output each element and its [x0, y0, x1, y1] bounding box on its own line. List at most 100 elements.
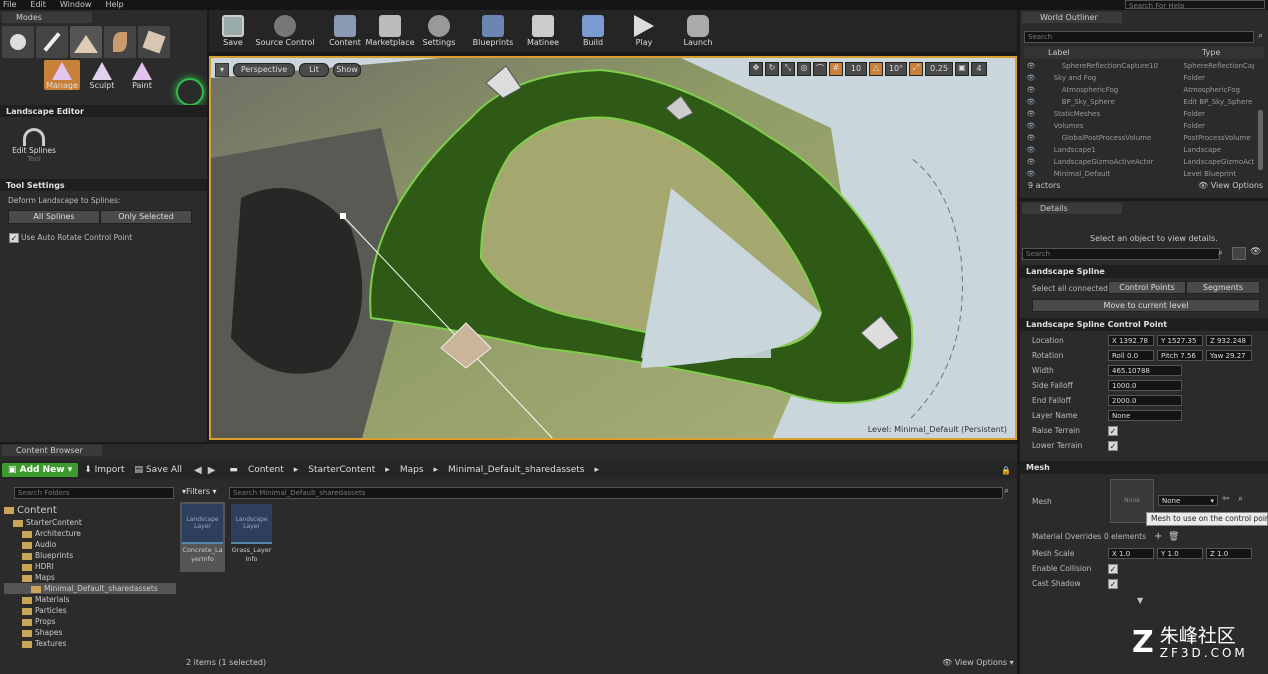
auto-rotate-checkbox[interactable]: ✓ [9, 233, 19, 243]
search-icon[interactable]: ⌕ [1258, 31, 1263, 41]
visibility-eye-icon[interactable]: 👁 [1024, 132, 1038, 144]
folder-tree-item[interactable]: Textures [4, 638, 176, 649]
roll-field[interactable]: Roll 0.0 [1108, 350, 1154, 361]
geometry-mode-icon[interactable] [138, 26, 170, 58]
folder-tree-item[interactable]: HDRI [4, 561, 176, 572]
search-folders-input[interactable]: Search Folders [14, 487, 174, 499]
paint-button[interactable]: Paint [124, 60, 160, 90]
matinee-button[interactable]: Matinee [519, 15, 567, 47]
manage-button[interactable]: Manage [44, 60, 80, 90]
cast-shadow-checkbox[interactable]: ✓ [1108, 578, 1118, 589]
browse-icon[interactable]: ⌕ [1238, 494, 1243, 504]
visibility-eye-icon[interactable]: 👁 [1024, 60, 1038, 72]
breadcrumb-startercontent[interactable]: StarterContent [308, 465, 375, 475]
search-assets-input[interactable]: Search Minimal_Default_sharedassets [229, 487, 1003, 499]
width-field[interactable]: 465.10788 [1108, 365, 1182, 376]
scale-snap-icon[interactable]: ⤢ [909, 62, 923, 76]
side-falloff-field[interactable]: 1000.0 [1108, 380, 1182, 391]
breadcrumb-maps[interactable]: Maps [400, 465, 424, 475]
settings-button[interactable]: Settings [419, 15, 459, 47]
menu-window[interactable]: Window [60, 0, 92, 10]
col-label[interactable]: Label [1024, 47, 1174, 59]
folder-tree-item[interactable]: Audio [4, 539, 176, 550]
rotation-snap-value[interactable]: 10° [885, 62, 907, 76]
visibility-eye-icon[interactable]: 👁 [1024, 144, 1038, 156]
outliner-row[interactable]: 👁 Sky and Fog Folder [1024, 72, 1254, 84]
camera-speed-icon[interactable]: ▣ [955, 62, 969, 76]
landscape-spline-section[interactable]: Landscape Spline [1020, 265, 1268, 278]
surface-snap-icon[interactable]: ⌒ [813, 62, 827, 76]
import-button[interactable]: ⬇ Import [84, 465, 124, 475]
viewport[interactable]: ▾ Perspective Lit Show ✥ ↻ ⤡ ◎ ⌒ # 10 △ … [209, 56, 1017, 440]
breadcrumb-sharedassets[interactable]: Minimal_Default_sharedassets [448, 465, 584, 475]
visibility-eye-icon[interactable]: 👁 [1024, 72, 1038, 84]
help-search-input[interactable]: Search For Help [1125, 0, 1265, 9]
add-new-button[interactable]: ▣ Add New ▾ [2, 463, 79, 477]
paint-mode-icon[interactable] [36, 26, 68, 58]
layer-name-field[interactable]: None [1108, 410, 1182, 421]
tab-modes[interactable]: Modes [2, 12, 92, 23]
lower-terrain-checkbox[interactable]: ✓ [1108, 440, 1118, 451]
place-mode-icon[interactable] [2, 26, 34, 58]
eye-icon[interactable]: 👁 [1250, 247, 1261, 257]
menu-file[interactable]: File [3, 0, 16, 10]
visibility-eye-icon[interactable]: 👁 [1024, 120, 1038, 132]
outliner-view-options[interactable]: 👁 View Options [1198, 181, 1263, 190]
folder-tree-item[interactable]: Maps [4, 572, 176, 583]
foliage-mode-icon[interactable] [104, 26, 136, 58]
folder-tree-item[interactable]: Particles [4, 605, 176, 616]
location-y-field[interactable]: Y 1527.35 [1157, 335, 1203, 346]
location-z-field[interactable]: Z 932.248 [1206, 335, 1252, 346]
expand-advanced-icon[interactable]: ▼ [1137, 596, 1143, 605]
edit-splines-button[interactable]: Edit Splines Tool [8, 128, 60, 163]
scale-snap-value[interactable]: 0.25 [925, 62, 953, 76]
asset-tile[interactable]: Landscape Layer Grass_Layer Info [229, 502, 274, 572]
menu-help[interactable]: Help [105, 0, 123, 10]
build-button[interactable]: Build [569, 15, 617, 47]
outliner-row[interactable]: 👁 Volumes Folder [1024, 120, 1254, 132]
folder-tree-item[interactable]: Props [4, 616, 176, 627]
grid-snap-icon[interactable]: # [829, 62, 843, 76]
outliner-row[interactable]: 👁 GlobalPostProcessVolume PostProcessVolum… [1024, 132, 1254, 144]
folder-tree-item[interactable]: Materials [4, 594, 176, 605]
folder-tree-item[interactable]: Architecture [4, 528, 176, 539]
outliner-row[interactable]: 👁 AtmosphericFog AtmosphericFog [1024, 84, 1254, 96]
marketplace-button[interactable]: Marketplace [365, 15, 415, 47]
breadcrumb-content[interactable]: Content [248, 465, 284, 475]
visibility-eye-icon[interactable]: 👁 [1024, 84, 1038, 96]
save-all-button[interactable]: ▤ Save All [135, 465, 183, 475]
move-to-level-button[interactable]: Move to current level [1032, 299, 1260, 312]
lit-button[interactable]: Lit [299, 63, 329, 77]
rotation-snap-icon[interactable]: △ [869, 62, 883, 76]
content-view-options[interactable]: 👁 View Options ▾ [942, 658, 1014, 667]
scale-x-field[interactable]: X 1.0 [1108, 548, 1154, 559]
outliner-scrollbar[interactable] [1258, 110, 1263, 170]
outliner-row[interactable]: 👁 SphereReflectionCapture10 SphereReflecti… [1024, 60, 1254, 72]
viewport-options-button[interactable]: ▾ [215, 63, 229, 77]
folder-tree-item[interactable]: StarterContent [4, 517, 176, 528]
details-search-input[interactable]: Search [1022, 248, 1220, 260]
col-type[interactable]: Type [1174, 47, 1220, 59]
save-button[interactable]: Save [213, 15, 253, 47]
add-material-icon[interactable]: + [1154, 531, 1168, 542]
all-splines-button[interactable]: All Splines [8, 210, 100, 224]
sculpt-button[interactable]: Sculpt [84, 60, 120, 90]
control-points-button[interactable]: Control Points [1108, 281, 1186, 294]
visibility-eye-icon[interactable]: 👁 [1024, 168, 1038, 178]
mesh-section[interactable]: Mesh [1020, 461, 1268, 474]
rotate-icon[interactable]: ↻ [765, 62, 779, 76]
raise-terrain-checkbox[interactable]: ✓ [1108, 425, 1118, 436]
forward-arrow-icon[interactable]: ▶ [208, 465, 216, 476]
assets-search-icon[interactable]: ⌕ [1004, 486, 1009, 496]
yaw-field[interactable]: Yaw 29.27 [1206, 350, 1252, 361]
end-falloff-field[interactable]: 2000.0 [1108, 395, 1182, 406]
enable-collision-checkbox[interactable]: ✓ [1108, 563, 1118, 574]
segments-button[interactable]: Segments [1186, 281, 1260, 294]
outliner-row[interactable]: 👁 StaticMeshes Folder [1024, 108, 1254, 120]
menu-edit[interactable]: Edit [30, 0, 46, 10]
scale-icon[interactable]: ⤡ [781, 62, 795, 76]
outliner-row[interactable]: 👁 LandscapeGizmoActiveActor LandscapeGizmo… [1024, 156, 1254, 168]
filters-button[interactable]: ▾Filters ▾ [182, 487, 217, 496]
delete-material-icon[interactable]: 🗑 [1168, 532, 1179, 542]
folder-tree-item[interactable]: Minimal_Default_sharedassets [4, 583, 176, 594]
